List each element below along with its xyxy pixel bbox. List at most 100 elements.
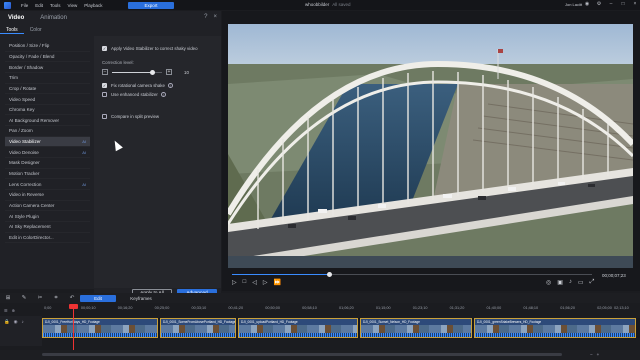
tab-video[interactable]: Video [0, 15, 32, 21]
tool-item[interactable]: Border / Shadow [5, 62, 90, 73]
correction-level-slider[interactable] [112, 69, 162, 75]
track-audio-icon[interactable]: ♪ [22, 319, 24, 325]
track-visibility-icon[interactable]: ◉ [14, 319, 18, 325]
tool-item[interactable]: Chroma Key [5, 105, 90, 116]
tool-item-label: Mask Designer [9, 160, 40, 166]
crop-icon[interactable]: ⌗ [48, 295, 64, 302]
zoom-out-icon[interactable]: − [590, 352, 593, 357]
tool-item[interactable]: Video Speed [5, 94, 90, 105]
import-media-icon[interactable]: ⊞ [0, 295, 16, 301]
tool-item[interactable]: Action Camera Center [5, 201, 90, 212]
apply-stabilizer-checkbox[interactable]: ✓ [102, 46, 107, 51]
pen-icon[interactable]: ✎ [16, 295, 32, 301]
previous-frame-icon[interactable]: ◁ [252, 279, 257, 286]
tool-item[interactable]: AI Sky Replacement [5, 222, 90, 233]
scrubber-thumb[interactable] [326, 272, 332, 277]
tool-item[interactable]: Position / Size / Flip [5, 41, 90, 52]
menu-tools[interactable]: Tools [50, 3, 61, 8]
tab-animation[interactable]: Animation [32, 15, 75, 21]
ruler-tick-label: 02;13;10 [614, 306, 629, 310]
slider-fill [112, 71, 152, 73]
timeline-ruler[interactable]: 0;00 00;00;10 00;16;20 00;25;00 00;33;10 00;4… [42, 304, 640, 316]
tool-item[interactable]: AI Style Plugin [5, 211, 90, 222]
tool-item[interactable]: Trim [5, 73, 90, 84]
tool-item[interactable]: Edit in ColorDirector... [5, 233, 90, 244]
project-title: whoobbilder All saved [305, 2, 351, 7]
menu-view[interactable]: View [68, 3, 78, 8]
split-icon[interactable]: ✂ [32, 295, 48, 301]
tool-item[interactable]: Video Denoise AI [5, 147, 90, 159]
maximize-icon[interactable]: □ [620, 1, 626, 7]
compare-row[interactable]: Compare in split preview [102, 114, 159, 119]
preview-quality-icon[interactable]: ▣ [557, 279, 563, 286]
settings-icon[interactable]: ⚙ [596, 1, 602, 7]
enhanced-row[interactable]: Use enhanced stabilizer i [102, 92, 166, 97]
fast-forward-icon[interactable]: ⏩ [274, 279, 281, 286]
compare-checkbox[interactable] [102, 114, 107, 119]
rotational-checkbox[interactable]: ✓ [102, 83, 107, 88]
snapshot-icon[interactable]: ◎ [546, 279, 551, 286]
keyframes-button[interactable]: Keyframes [122, 295, 160, 302]
ruler-tick-label: 01;48;10 [523, 306, 539, 310]
user-name[interactable]: Jon Lacitt [565, 2, 582, 7]
panel-close-icon[interactable]: × [213, 14, 217, 20]
tool-item-label: Lens Correction [9, 181, 42, 187]
playback-controls: ▷ □ ◁ ▷ ⏩ [232, 279, 281, 286]
tool-item[interactable]: AI Background Remover [5, 115, 90, 127]
rotational-row[interactable]: ✓ Fix rotational camera shake i [102, 83, 173, 88]
info-icon[interactable]: i [160, 92, 166, 97]
volume-icon[interactable]: ♪ [569, 279, 572, 286]
level-increase-button[interactable]: + [166, 69, 172, 75]
help-icon[interactable]: ? [204, 14, 207, 20]
tool-item-label: Video in Reverse [9, 192, 44, 198]
apply-stabilizer-row[interactable]: ✓ Apply Video Stabilizer to correct shak… [102, 46, 198, 51]
preview-scrubber[interactable] [232, 272, 592, 277]
stop-icon[interactable]: □ [243, 279, 247, 286]
tool-item[interactable]: Mask Designer [5, 158, 90, 169]
minimize-icon[interactable]: – [608, 1, 614, 7]
menu-file[interactable]: File [21, 3, 28, 8]
tool-item[interactable]: Motion Tracker [5, 169, 90, 180]
ai-badge: AI [82, 139, 86, 145]
close-icon[interactable]: × [632, 1, 638, 7]
timeline-scrollbar[interactable] [42, 353, 562, 356]
timeline-clip[interactable]: DJI_0001_SceneFromAbovePortland_HD_Foota… [160, 318, 236, 338]
next-frame-icon[interactable]: ▷ [263, 279, 268, 286]
export-button[interactable]: Export [128, 1, 174, 9]
timeline-scrollbar-area: − + [0, 350, 640, 360]
zoom-in-icon[interactable]: + [597, 352, 600, 357]
notification-icon[interactable]: ◉ [584, 1, 590, 7]
subtab-tools[interactable]: Tools [0, 27, 24, 34]
menu-edit[interactable]: Edit [35, 3, 43, 8]
enhanced-checkbox[interactable] [102, 92, 107, 97]
timeline-clip[interactable]: DJI_0001_uploadPortland_HD_Footage [238, 318, 358, 338]
undo-icon[interactable]: ↶ [64, 295, 80, 301]
tool-item[interactable]: Lens Correction AI [5, 179, 90, 190]
slider-thumb[interactable] [149, 69, 155, 75]
subtab-color[interactable]: Color [24, 27, 48, 33]
add-track-icon[interactable]: ⊕ [12, 308, 15, 313]
timeline-clip[interactable]: DJI_0001_greenSrlakeBrewers_HD_Footage [474, 318, 636, 338]
ai-badge: AI [82, 149, 86, 155]
fullscreen-icon[interactable]: ⤢ [590, 279, 595, 286]
tool-item-label: Action Camera Center [9, 202, 55, 208]
timeline-clip[interactable]: DJI_0001_Sunset_Nelson_HD_Footage [360, 318, 472, 338]
video-preview[interactable] [228, 24, 633, 268]
info-icon[interactable]: i [167, 83, 173, 88]
playhead[interactable] [73, 304, 74, 356]
track-lock-icon[interactable]: 🔒 [4, 319, 10, 325]
timeline-settings-icon[interactable]: ☰ [4, 308, 8, 313]
level-decrease-button[interactable]: − [102, 69, 108, 75]
edit-button[interactable]: Edit [80, 294, 116, 302]
ruler-tick-label: 01;31;20 [449, 306, 465, 310]
tool-item[interactable]: Video Stabilizer AI [5, 136, 90, 148]
tool-item[interactable]: Opacity / Fade / Blend [5, 52, 90, 63]
tool-item[interactable]: Crop / Rotate [5, 84, 90, 95]
correction-level-value[interactable]: 10 [184, 70, 189, 75]
play-icon[interactable]: ▷ [232, 279, 237, 286]
display-settings-icon[interactable]: ▭ [578, 279, 584, 286]
tool-item[interactable]: Video in Reverse [5, 190, 90, 201]
menu-playback[interactable]: Playback [84, 3, 102, 8]
tool-item[interactable]: Pan / Zoom [5, 126, 90, 137]
timeline-clip[interactable]: DJI_0001_FreeHorWays_HD_Footage [42, 318, 158, 338]
